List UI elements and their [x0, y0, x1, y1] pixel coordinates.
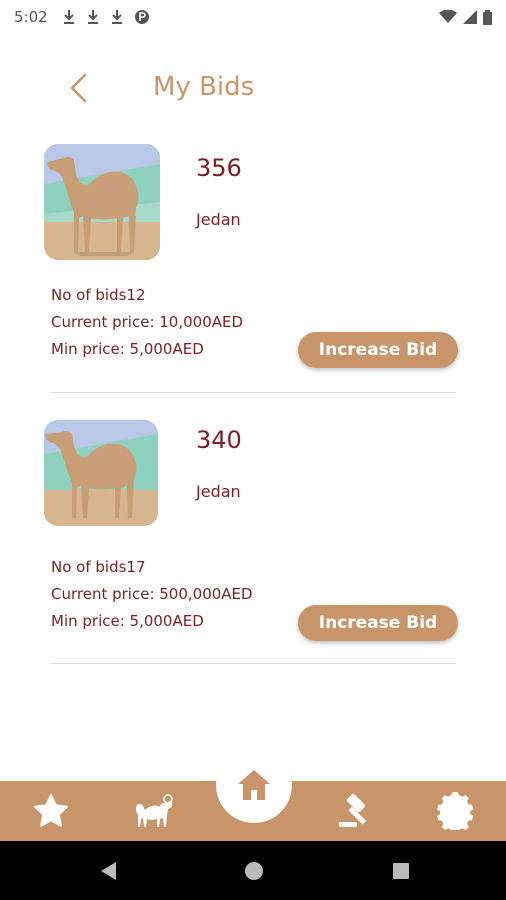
increase-bid-button[interactable]: Increase Bid [298, 332, 458, 368]
gavel-icon [339, 793, 367, 827]
status-notification-icons [62, 9, 150, 25]
circle-home-icon [245, 862, 263, 880]
min-price: Min price: 5,000AED [51, 612, 204, 630]
nav-favorites[interactable] [31, 791, 71, 831]
camel-photo [44, 420, 158, 526]
app-header: My Bids [0, 60, 506, 116]
increase-bid-button[interactable]: Increase Bid [298, 605, 458, 641]
square-recents-icon [393, 863, 409, 879]
chevron-left-icon [70, 73, 87, 103]
camel-id: 340 [196, 426, 242, 454]
camel-name: Jedan [196, 482, 241, 501]
app-notification-icon [134, 10, 149, 24]
min-price: Min price: 5,000AED [51, 340, 204, 358]
star-icon [33, 793, 69, 827]
system-home-button[interactable] [242, 859, 266, 883]
current-price: Current price: 500,000AED [51, 585, 253, 603]
nav-settings[interactable] [436, 791, 476, 831]
triangle-back-icon [101, 862, 116, 880]
number-of-bids: No of bids17 [51, 558, 146, 576]
system-back-button[interactable] [96, 859, 120, 883]
nav-auctions[interactable] [336, 791, 376, 831]
home-icon [238, 770, 270, 800]
nav-camels[interactable] [133, 791, 173, 831]
camel-id: 356 [196, 154, 242, 182]
system-recents-button[interactable] [389, 859, 413, 883]
download-icon [111, 10, 122, 24]
download-icon [87, 10, 98, 24]
download-icon [63, 10, 74, 24]
system-navigation-bar [0, 841, 506, 900]
nav-home[interactable] [216, 747, 292, 823]
gear-icon [437, 792, 474, 830]
page-title: My Bids [153, 72, 255, 102]
signal-icon [463, 10, 477, 24]
back-button[interactable] [60, 70, 96, 106]
wifi-icon [439, 10, 457, 23]
camel-icon [135, 794, 173, 827]
status-system-icons [439, 9, 492, 25]
divider [51, 663, 456, 664]
battery-icon [483, 9, 492, 25]
status-time: 5:02 [14, 8, 48, 26]
camel-name: Jedan [196, 210, 241, 229]
current-price: Current price: 10,000AED [51, 313, 244, 331]
number-of-bids: No of bids12 [51, 286, 146, 304]
divider [51, 392, 456, 393]
camel-photo [44, 144, 160, 260]
status-bar: 5:02 [0, 0, 506, 34]
